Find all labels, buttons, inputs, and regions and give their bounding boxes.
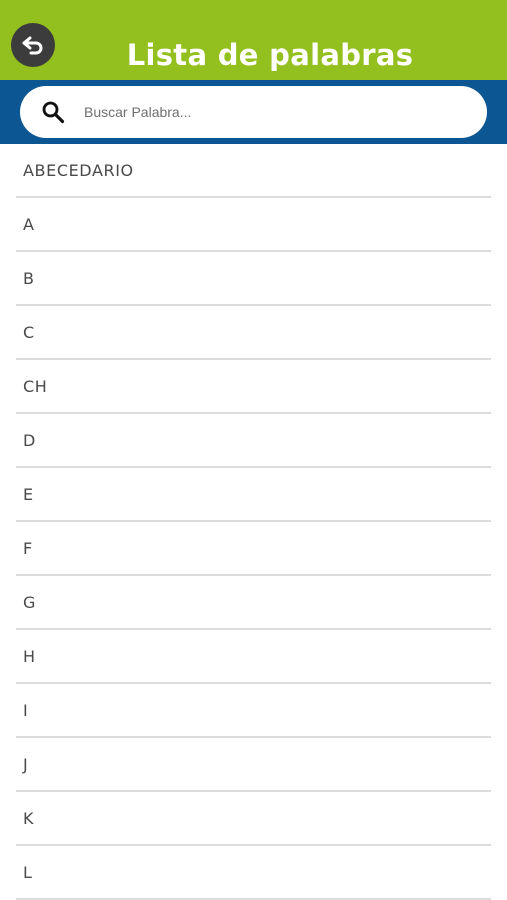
search-box[interactable] (20, 86, 487, 138)
list-item[interactable]: E (16, 468, 491, 522)
word-list: ABECEDARIO A B C CH D E F G H I J K L (16, 144, 491, 900)
list-item[interactable]: I (16, 684, 491, 738)
list-item[interactable]: F (16, 522, 491, 576)
list-item[interactable]: CH (16, 360, 491, 414)
search-icon (40, 99, 66, 125)
list-item[interactable]: B (16, 252, 491, 306)
search-input[interactable] (82, 103, 466, 121)
search-bar (0, 80, 507, 144)
list-item[interactable]: D (16, 414, 491, 468)
page-title: Lista de palabras (126, 38, 414, 72)
list-item[interactable]: J (16, 738, 491, 792)
list-item[interactable]: L (16, 846, 491, 900)
list-item[interactable]: H (16, 630, 491, 684)
list-item[interactable]: G (16, 576, 491, 630)
list-item[interactable]: ABECEDARIO (16, 144, 491, 198)
list-item[interactable]: K (16, 792, 491, 846)
list-item[interactable]: C (16, 306, 491, 360)
app-header: Lista de palabras (0, 0, 507, 80)
list-item[interactable]: A (16, 198, 491, 252)
